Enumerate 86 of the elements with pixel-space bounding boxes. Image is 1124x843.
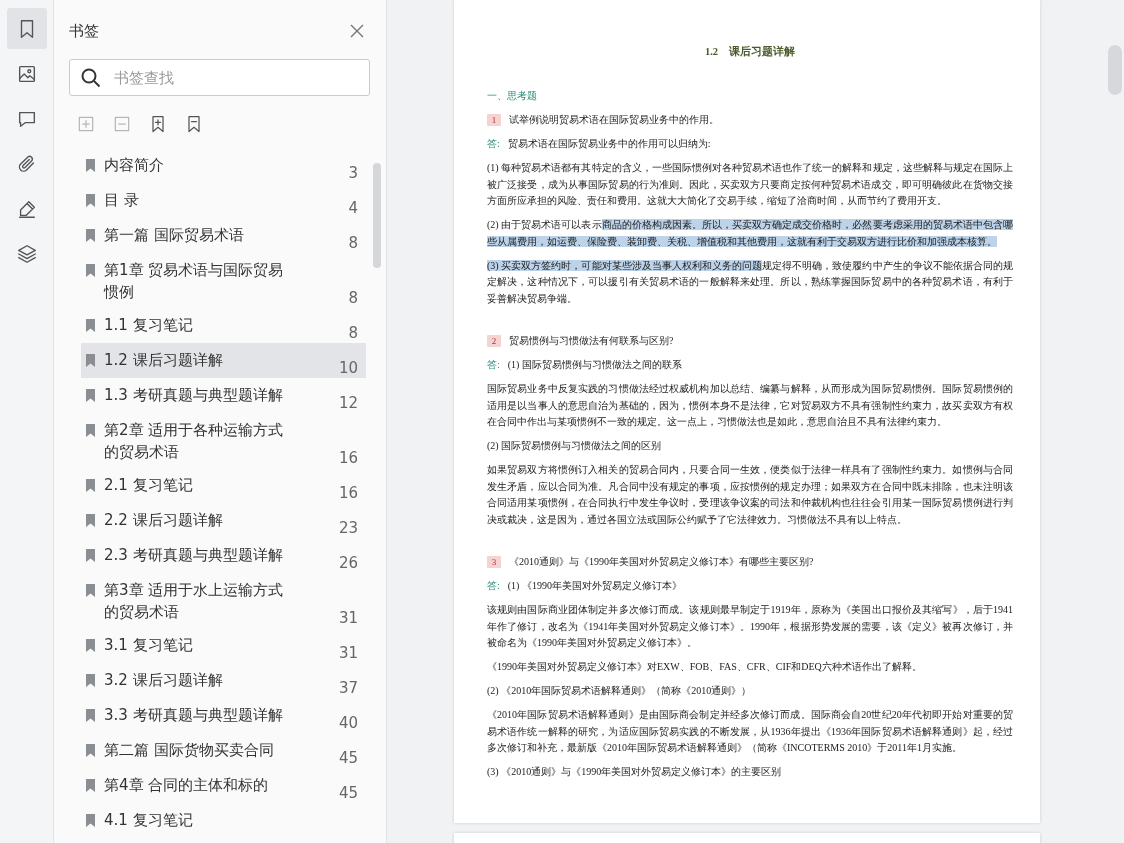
answer-label: 答: — [487, 358, 500, 372]
bookmark-item[interactable]: 3.2 课后习题详解 37 — [81, 663, 366, 698]
bookmark-item[interactable]: 2.2 课后习题详解 23 — [81, 503, 366, 538]
bookmark-item[interactable]: 第2章 适用于各种运输方式的贸易术语 16 — [81, 413, 366, 468]
bookmark-icon — [85, 548, 96, 563]
paragraph: 该规则由国际商业团体制定并多次修订而成。该规则最早制定于1919年，原称为《美国出口报价及其缩写》，后于1941年作了修订，改名为《1941年美国对外贸易定义修订本》。1990年，根据形势发展的需要，该《定义》被再次修订，并被命名为《1990年美国对外贸易定义修订本》。 — [487, 603, 1013, 650]
paragraph: (3) 买卖双方签约时，可能对某些涉及当事人权利和义务的问题规定得不明确，致使履约中产生的争议不能依据合同的规定解决，这种情况下，可以援引有关贸易术语的一般解释来处理。所以，熟练掌握国际贸易中的各种贸易术语，有利于妥善解决贸易争端。 — [487, 258, 1013, 306]
question-number: 1 — [487, 114, 501, 126]
paragraph: 《2010年国际贸易术语解释通则》是由国际商会制定并经多次修订而成。国际商会自20世纪20年代初即开始对重要的贸易术语作统一解释的研究，为适应国际贸易实践的不断发展，从1936年提出《1936年国际贸易术语解释通则》起，经过多次修订和补充，最新版《2010年国际贸易术语解释通则》（简称《INCOTERMS 2010》于2011年1月实施。 — [487, 708, 1013, 755]
bookmark-icon — [85, 228, 96, 243]
answer-text: 贸易术语在国际贸易业务中的作用可以归纳为: — [507, 137, 711, 151]
page-number: 3 — [348, 163, 358, 182]
bookmark-icon — [85, 743, 96, 758]
page-number: 16 — [338, 483, 358, 502]
bookmark-icon — [85, 263, 96, 278]
answer-label: 答: — [487, 137, 500, 151]
page-number: 4 — [348, 198, 358, 217]
layers-icon — [15, 242, 38, 265]
close-icon[interactable] — [350, 24, 364, 38]
bookmark-item[interactable]: 第1章 贸易术语与国际贸易惯例 8 — [81, 253, 366, 308]
bookmark-icon — [85, 708, 96, 723]
bookmark-item[interactable]: 第一篇 国际贸易术语 8 — [81, 218, 366, 253]
scrollbar-thumb[interactable] — [1108, 45, 1122, 95]
page-number: 31 — [338, 643, 358, 662]
bookmark-item[interactable]: 1.3 考研真题与典型题详解 12 — [81, 378, 366, 413]
paragraph: (3) 《2010通则》与《1990年美国对外贸易定义修订本》的主要区别 — [487, 765, 783, 779]
page-number: 45 — [338, 748, 358, 767]
page-number: 31 — [338, 608, 358, 627]
bookmark-icon — [85, 513, 96, 528]
page-number: 8 — [348, 233, 358, 252]
page-number: 12 — [338, 393, 358, 412]
page-number: 8 — [348, 323, 358, 342]
paragraph: (2) 由于贸易术语可以表示商品的价格构成因素。所以，买卖双方确定成交价格时，必然要考虑采用的贸易术语中包含哪些从属费用，如运费、保险费、装卸费、关税、增值税和其他费用，这就有利于交易双方进行比价和加强成本核算。 — [487, 218, 1013, 249]
bookmark-icon — [85, 813, 96, 828]
bookmark-item[interactable]: 2.1 复习笔记 16 — [81, 468, 366, 503]
paragraph: (1) 每种贸易术语都有其特定的含义，一些国际惯例对各种贸易术语也作了统一的解释和规定，这些解释与规定在国际上被广泛接受，成为从事国际贸易的行为准则。因此，买卖双方只要商定按何种贸易术语成交，即可明确彼此在货物交接方面所应承担的风险、责任和费用。这就大大简化了交易手续，缩短了洽商时间，从而节约了费用开支。 — [487, 161, 1013, 208]
bookmark-icon — [85, 583, 96, 598]
answer-label: 答: — [487, 579, 500, 593]
bookmark-item[interactable]: 2.3 考研真题与典型题详解 26 — [81, 538, 366, 573]
page-number: 45 — [338, 783, 358, 802]
scrollbar-thumb[interactable] — [373, 163, 381, 268]
answer-text: (1) 《1990年美国对外贸易定义修订本》 — [507, 579, 682, 593]
page-number: 16 — [338, 448, 358, 467]
page-number: 8 — [348, 288, 358, 307]
bookmark-icon — [85, 673, 96, 688]
paragraph: (2) 国际贸易惯例与习惯做法之间的区别 — [487, 439, 663, 453]
bookmark-item[interactable]: 4.1 复习笔记 — [81, 803, 366, 836]
page-number: 40 — [338, 713, 358, 732]
search-field[interactable]: 书签查找 — [69, 59, 370, 96]
paragraph: 如果贸易双方将惯例订入相关的贸易合同内，只要合同一生效，便类似于法律一样具有了强制性约束力。如惯例与合同发生矛盾，应以合同为准。凡合同中没有规定的事项，应按惯例的规定办理；如果双方在合同中既未排除，也未注明该合同适用某项惯例，在合同执行中发生争议时，受理该争议案的司法和仲裁机构也往往会引用某一国际贸易惯例进行判决或裁决，这是因为，通过各国立法或国际公约赋予了它法律效力。习惯做法不具有以上特点。 — [487, 463, 1013, 527]
bookmark-item[interactable]: 目 录 4 — [81, 183, 366, 218]
bookmark-item[interactable]: 第二篇 国际货物买卖合同 45 — [81, 733, 366, 768]
bookmark-icon — [85, 158, 96, 173]
paragraph: 国际贸易业务中反复实践的习惯做法经过权威机构加以总结、编纂与解释，从而形成为国际贸易惯例。国际贸易惯例的适用是以当事人的意思自治为基础的，因为，惯例本身不是法律，它对贸易双方不具有强制性约束力，故买卖双方有权在合同中作出与某项惯例不一致的规定。这一点上，习惯做法也是如此，意思自治且不具有法律约束力。 — [487, 382, 1013, 429]
page-heading: 1.2 课后习题详解 — [703, 44, 797, 59]
bookmark-item[interactable]: 第3章 适用于水上运输方式的贸易术语 31 — [81, 573, 366, 628]
bookmark-icon — [85, 638, 96, 653]
bookmark-item[interactable]: 3.1 复习笔记 31 — [81, 628, 366, 663]
bookmark-icon — [85, 423, 96, 438]
question-text: 试举例说明贸易术语在国际贸易业务中的作用。 — [509, 113, 719, 127]
page-number: 10 — [338, 358, 358, 377]
sidebar-tab[interactable] — [6, 8, 47, 49]
search-icon — [81, 68, 101, 88]
bookmark-icon — [85, 478, 96, 493]
bookmark-item[interactable]: 第4章 合同的主体和标的 45 — [81, 768, 366, 803]
page-number: 23 — [338, 518, 358, 537]
bookmark-icon — [85, 388, 96, 403]
question-text: 贸易惯例与习惯做法有何联系与区别? — [509, 334, 674, 348]
bookmark-item[interactable]: 1.2 课后习题详解 10 — [81, 343, 366, 378]
answer-text: (1) 国际贸易惯例与习惯做法之间的联系 — [507, 358, 682, 372]
question-number: 2 — [487, 335, 501, 347]
bookmark-item[interactable]: 3.3 考研真题与典型题详解 40 — [81, 698, 366, 733]
page-number: 37 — [338, 678, 358, 697]
bookmark-icon — [85, 778, 96, 793]
bookmark-item[interactable]: 内容简介 3 — [81, 148, 366, 183]
page-number: 26 — [338, 553, 358, 572]
paragraph: 《1990年美国对外贸易定义修订本》对EXW、FOB、FAS、CFR、CIF和DEQ六种术语作出了解释。 — [487, 660, 923, 674]
question-text: 《2010通则》与《1990年美国对外贸易定义修订本》有哪些主要区别? — [509, 555, 814, 569]
paragraph: (2) 《2010年国际贸易术语解释通则》（简称《2010通则》） — [487, 684, 753, 698]
bookmark-icon — [85, 318, 96, 333]
section-heading: 一、思考题 — [487, 89, 538, 103]
bookmark-item[interactable]: 1.1 复习笔记 8 — [81, 308, 366, 343]
bookmark-icon — [85, 353, 96, 368]
bookmark-icon — [85, 193, 96, 208]
panel-title: 书签 — [69, 21, 99, 41]
question-number: 3 — [487, 556, 501, 568]
